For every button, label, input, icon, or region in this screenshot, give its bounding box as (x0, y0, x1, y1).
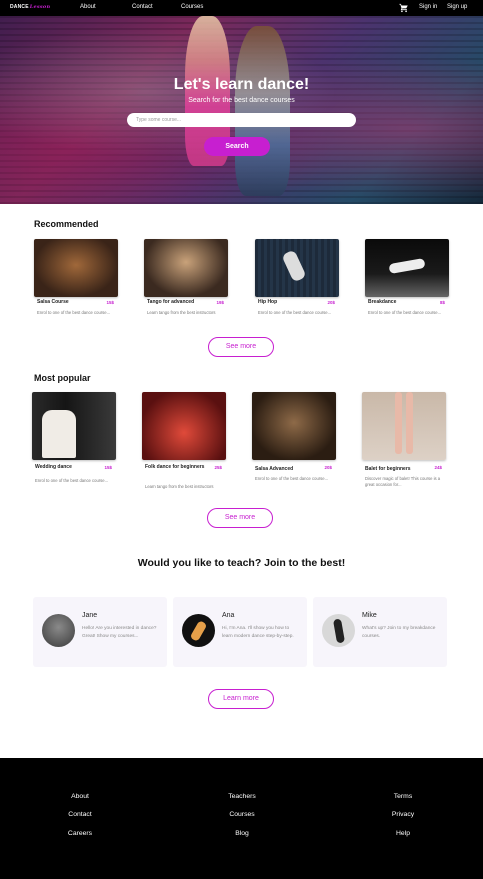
course-price: 20$ (324, 465, 332, 470)
hero-subtitle: Search for the best dance courses (188, 97, 295, 104)
course-name: Folk dance for beginners (145, 464, 205, 470)
teacher-avatar (322, 614, 355, 647)
footer-link[interactable]: Contact (50, 811, 110, 818)
dancer-man (235, 26, 290, 196)
teacher-avatar (42, 614, 75, 647)
course-price: 19$ (216, 300, 224, 305)
cart-icon[interactable] (399, 3, 409, 13)
nav-courses[interactable]: Courses (181, 4, 203, 10)
course-card[interactable]: Salsa Course 15$ Enrol to one of the bes… (34, 239, 118, 315)
footer-link[interactable]: Privacy (373, 811, 433, 818)
teacher-desc: Hi, I'm Ana. I'll show you how to learn … (222, 626, 294, 639)
nav-contact[interactable]: Contact (132, 4, 153, 10)
course-card[interactable]: Breakdance 8$ Enrol to one of the best d… (365, 239, 449, 315)
logo-script: Lesson (29, 4, 51, 10)
recommended-title: Recommended (34, 219, 99, 229)
course-card[interactable]: Tango for advanced 19$ Learn tango from … (144, 239, 228, 315)
course-card[interactable]: Salsa Advanced 20$ Enrol to one of the b… (252, 392, 336, 481)
course-desc: Enrol to one of the best dance course... (37, 310, 111, 315)
course-card[interactable]: Folk dance for beginners 25$ Learn tango… (142, 392, 226, 489)
footer-link[interactable]: Help (373, 830, 433, 837)
teacher-avatar (182, 614, 215, 647)
course-image (255, 239, 339, 297)
course-price: 24$ (434, 465, 442, 470)
course-image (144, 239, 228, 297)
course-price: 15$ (104, 465, 112, 470)
teacher-card[interactable]: Mike What's up? Join to my breakdance co… (313, 597, 447, 667)
hero-title: Let's learn dance! (173, 76, 310, 93)
see-more-popular-button[interactable]: See more (207, 508, 273, 528)
course-image (365, 239, 449, 297)
hero-banner: Let's learn dance! Search for the best d… (0, 16, 483, 204)
course-price: 25$ (214, 465, 222, 470)
search-button[interactable]: Search (204, 137, 270, 156)
dress-shape (42, 410, 76, 458)
learn-more-button[interactable]: Learn more (208, 689, 274, 709)
teacher-name: Mike (362, 612, 377, 619)
teacher-desc: Hello! Are you interested in dance? Grea… (82, 626, 157, 639)
footer-link[interactable]: Terms (373, 793, 433, 800)
course-card[interactable]: Wedding dance 15$ Enrol to one of the be… (32, 392, 116, 483)
course-price: 8$ (439, 300, 445, 305)
course-price: 20$ (327, 300, 335, 305)
footer-link[interactable]: Blog (212, 830, 272, 837)
footer: About Contact Careers Teachers Courses B… (0, 758, 483, 879)
course-name: Hip Hop (258, 299, 278, 305)
course-search-input[interactable] (127, 113, 356, 127)
footer-link[interactable]: About (50, 793, 110, 800)
course-name: Salsa Advanced (255, 466, 294, 472)
course-desc: Enrol to one of the best dance course... (255, 476, 329, 481)
footer-link[interactable]: Careers (50, 830, 110, 837)
teacher-desc: What's up? Join to my breakdance courses… (362, 626, 436, 639)
course-image (252, 392, 336, 460)
dancer-silhouette (388, 257, 426, 275)
popular-title: Most popular (34, 373, 91, 383)
course-desc: Discover magic of balet! This course is … (365, 476, 441, 487)
teacher-card[interactable]: Ana Hi, I'm Ana. I'll show you how to le… (173, 597, 307, 667)
course-name: Breakdance (368, 299, 397, 305)
course-name: Balet for beginners (365, 466, 411, 472)
course-card[interactable]: Hip Hop 20$ Enrol to one of the best dan… (255, 239, 339, 315)
teach-title: Would you like to teach? Join to the bes… (137, 557, 346, 569)
course-desc: Learn tango from the best instructors (145, 484, 214, 489)
see-more-recommended-button[interactable]: See more (208, 337, 274, 357)
course-desc: Enrol to one of the best dance course... (368, 310, 442, 315)
course-desc: Learn tango from the best instructors (147, 310, 216, 315)
nav-signup[interactable]: Sign up (447, 4, 467, 10)
teacher-card[interactable]: Jane Hello! Are you interested in dance?… (33, 597, 167, 667)
course-image (362, 392, 446, 460)
course-desc: Enrol to one of the best dance course... (258, 310, 332, 315)
course-name: Wedding dance (35, 464, 72, 470)
course-desc: Enrol to one of the best dance course... (35, 478, 109, 483)
ballet-leg (395, 392, 402, 454)
brand-logo[interactable]: DANCELesson (10, 4, 50, 10)
dancer-silhouette (281, 249, 307, 283)
course-name: Salsa Course (37, 299, 69, 305)
top-nav: DANCELesson About Contact Courses Sign i… (0, 0, 483, 16)
course-image (142, 392, 226, 460)
course-price: 15$ (106, 300, 114, 305)
footer-link[interactable]: Courses (212, 811, 272, 818)
course-card[interactable]: Balet for beginners 24$ Discover magic o… (362, 392, 446, 487)
ballet-leg (406, 392, 413, 454)
course-name: Tango for advanced (147, 299, 195, 305)
course-image (34, 239, 118, 297)
teacher-name: Ana (222, 612, 235, 619)
course-image (32, 392, 116, 460)
footer-link[interactable]: Teachers (212, 793, 272, 800)
teacher-name: Jane (82, 612, 98, 619)
nav-signin[interactable]: Sign in (419, 4, 437, 10)
logo-text: DANCE (10, 4, 29, 10)
nav-about[interactable]: About (80, 4, 96, 10)
